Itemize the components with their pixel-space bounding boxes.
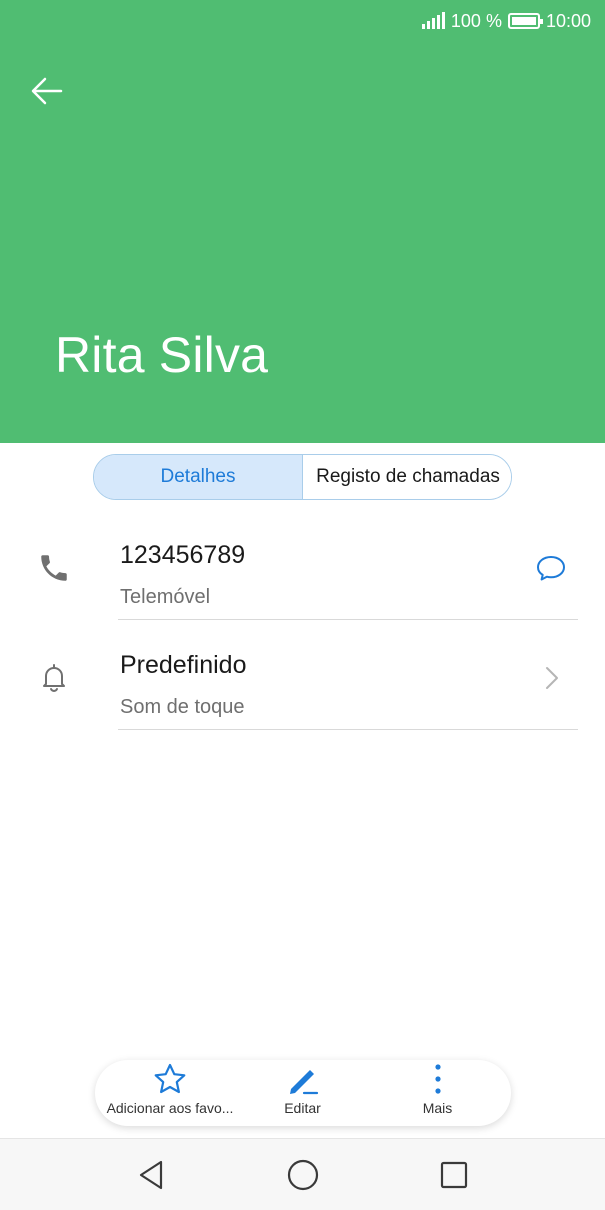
contact-name: Rita Silva xyxy=(55,327,269,383)
battery-percentage: 100 % xyxy=(450,10,502,31)
tab-details[interactable]: Detalhes xyxy=(94,455,303,499)
chevron-right-icon[interactable] xyxy=(531,658,571,698)
more-label: Mais xyxy=(422,1100,453,1116)
edit-button[interactable]: Editar xyxy=(255,1060,350,1126)
edit-label: Editar xyxy=(284,1100,321,1116)
add-to-favorites-label: Adicionar aos favo... xyxy=(106,1100,234,1116)
arrow-left-icon xyxy=(31,77,63,105)
star-icon xyxy=(154,1063,186,1094)
battery-icon xyxy=(507,13,543,29)
contact-header: 100 % 10:00 Rita Silva xyxy=(0,0,605,443)
message-icon[interactable] xyxy=(531,548,571,588)
action-bar: Adicionar aos favo... Editar Mais xyxy=(95,1060,511,1126)
phone-row[interactable]: 123456789 Telemóvel xyxy=(0,510,605,620)
nav-home-button[interactable] xyxy=(279,1153,327,1197)
nav-back-button[interactable] xyxy=(127,1153,175,1197)
nav-recents-button[interactable] xyxy=(430,1153,478,1197)
more-icon xyxy=(434,1064,441,1094)
status-bar: 100 % 10:00 xyxy=(421,8,591,34)
tabs-bar: Detalhes Registo de chamadas xyxy=(0,443,605,501)
signal-icon xyxy=(421,12,445,29)
back-button[interactable] xyxy=(24,68,70,114)
square-recents-icon xyxy=(440,1161,468,1189)
phone-icon xyxy=(34,548,74,588)
clock: 10:00 xyxy=(545,10,591,31)
navigation-bar xyxy=(0,1138,605,1210)
edit-icon xyxy=(289,1070,318,1095)
tab-call-log[interactable]: Registo de chamadas xyxy=(303,455,511,499)
add-to-favorites-button[interactable]: Adicionar aos favo... xyxy=(95,1060,245,1126)
segmented-tabs: Detalhes Registo de chamadas xyxy=(93,454,512,500)
triangle-back-icon xyxy=(139,1160,163,1190)
bell-icon xyxy=(34,658,74,698)
ringtone-value: Predefinido xyxy=(120,651,247,679)
phone-number: 123456789 xyxy=(120,541,246,569)
row-divider xyxy=(118,729,578,730)
ringtone-label: Som de toque xyxy=(120,696,245,718)
circle-home-icon xyxy=(287,1159,319,1191)
more-button[interactable]: Mais xyxy=(390,1060,485,1126)
phone-type: Telemóvel xyxy=(120,586,211,608)
ringtone-row[interactable]: Predefinido Som de toque xyxy=(0,620,605,730)
